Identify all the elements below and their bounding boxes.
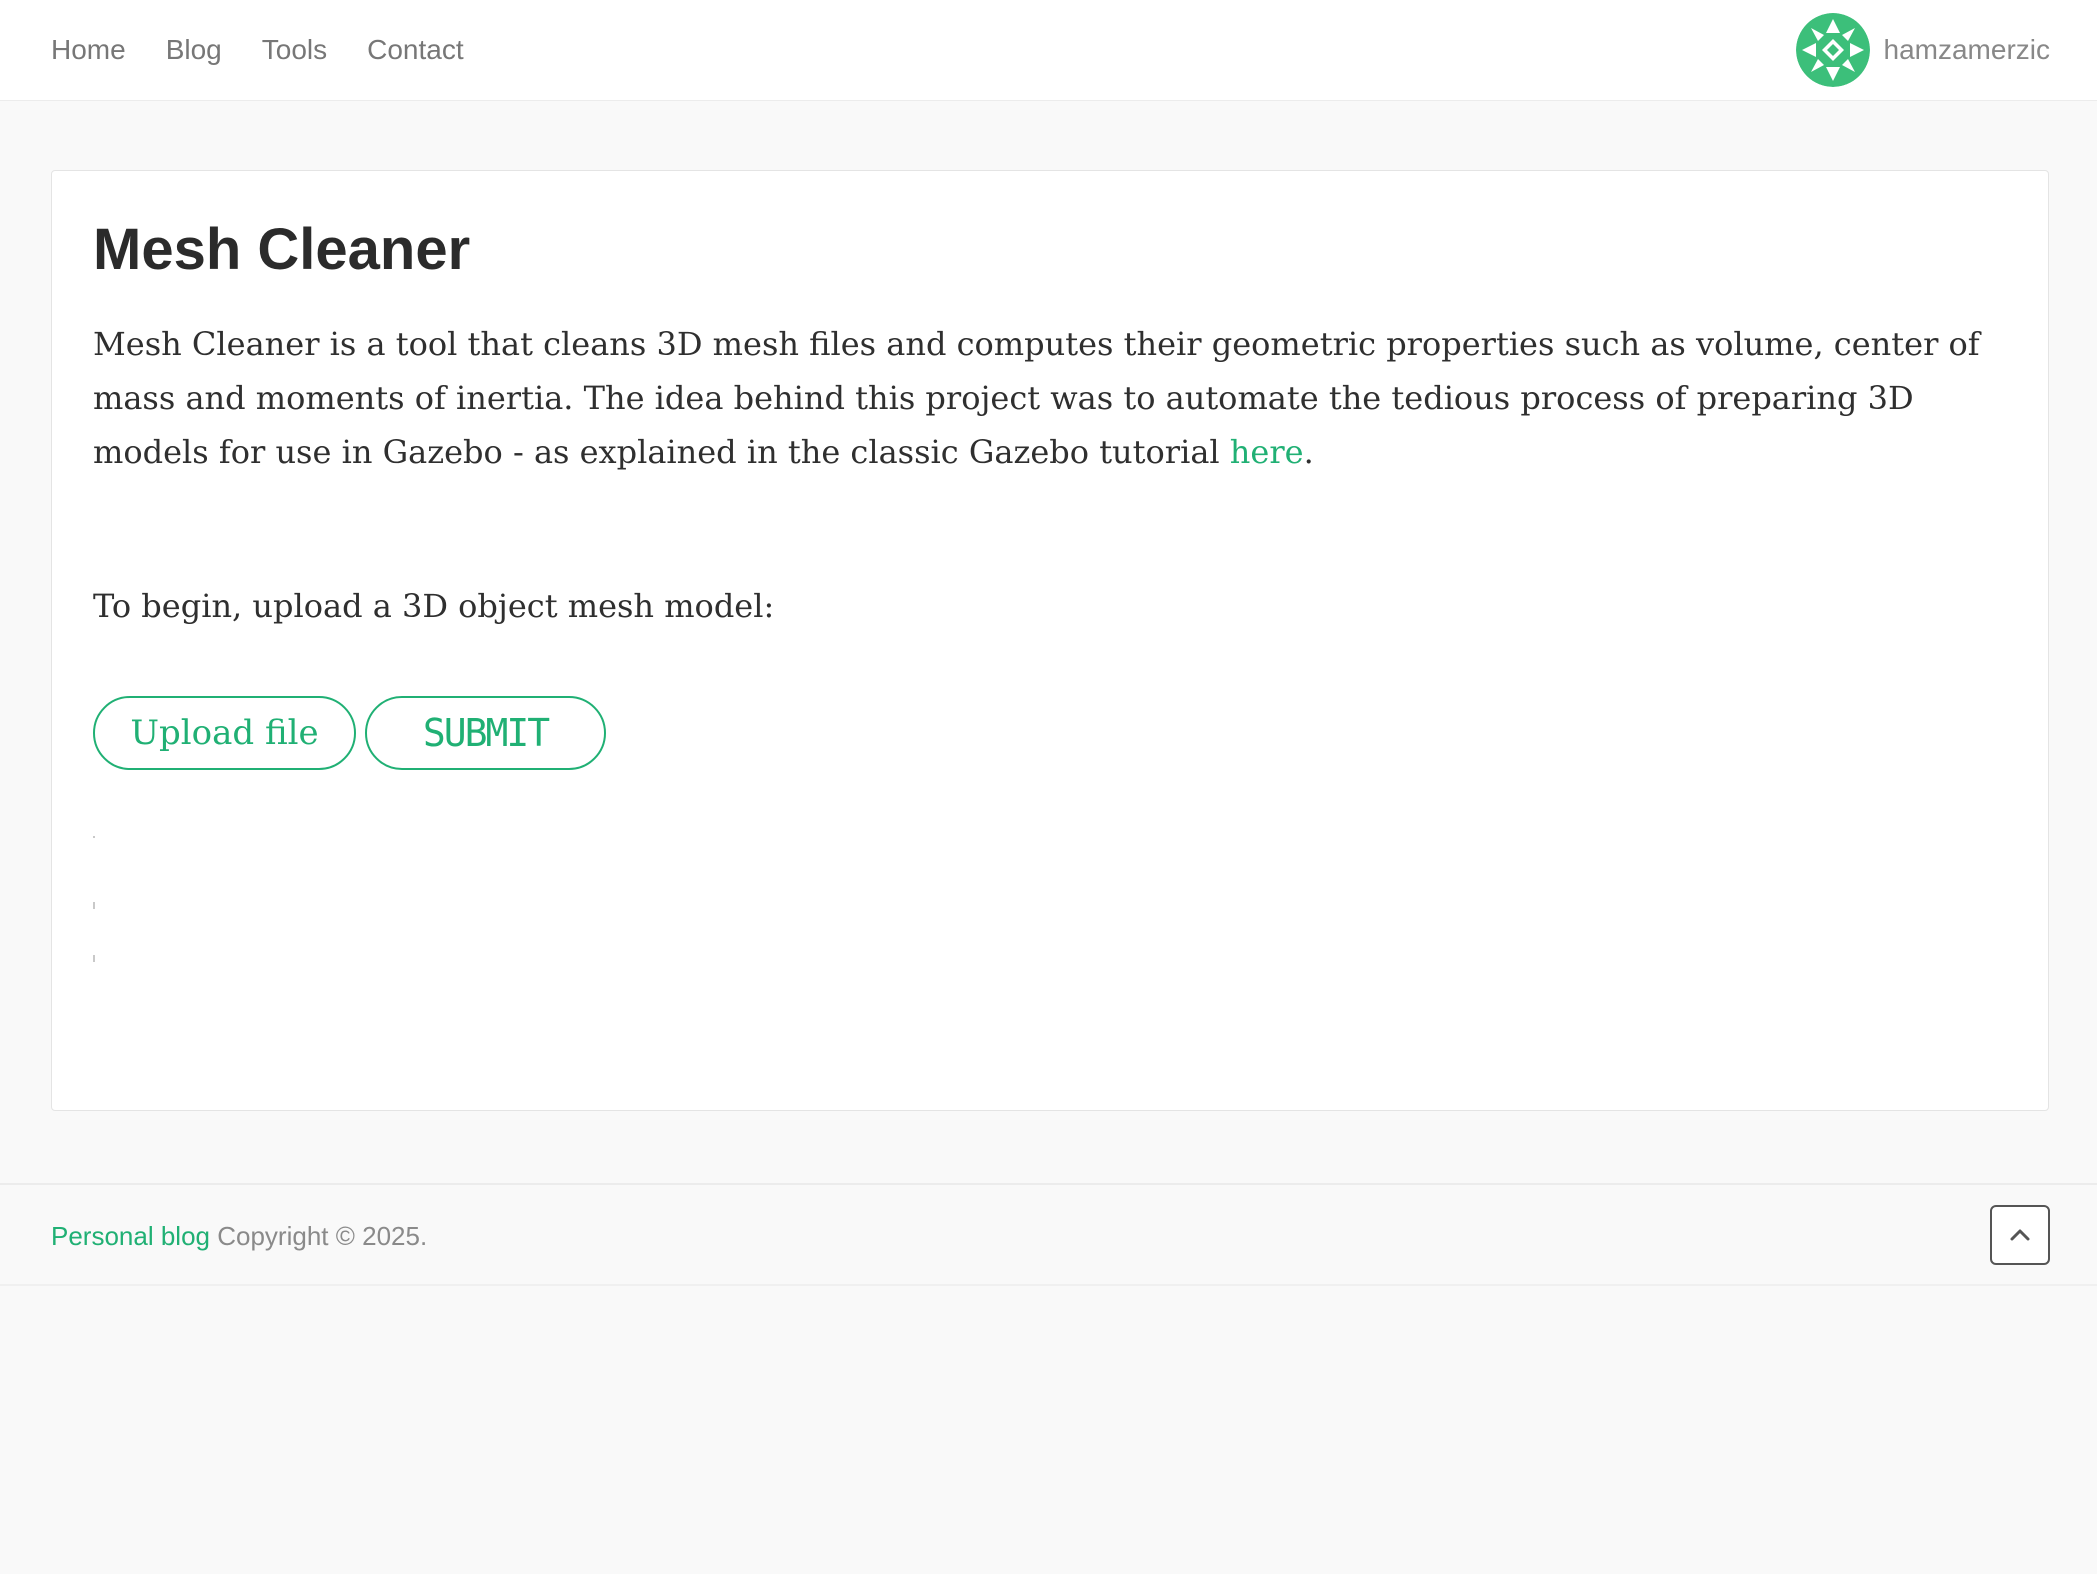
- gazebo-tutorial-link[interactable]: here: [1230, 433, 1304, 471]
- output-placeholder: [93, 902, 95, 909]
- output-placeholder: [93, 955, 95, 962]
- top-navbar: Home Blog Tools Contact hamzamerzic: [0, 0, 2097, 101]
- footer: Personal blog Copyright © 2025.: [0, 1183, 2097, 1286]
- nav-home-link[interactable]: Home: [51, 34, 126, 66]
- content-card: Mesh Cleaner Mesh Cleaner is a tool that…: [51, 170, 2049, 1111]
- nav-tools-link[interactable]: Tools: [262, 34, 327, 66]
- output-placeholder: [93, 836, 95, 838]
- personal-blog-link[interactable]: Personal blog: [51, 1221, 210, 1251]
- upload-instruction: To begin, upload a 3D object mesh model:: [93, 587, 775, 625]
- footer-text: Personal blog Copyright © 2025.: [51, 1221, 427, 1252]
- description-end: .: [1303, 433, 1314, 471]
- description-text: Mesh Cleaner is a tool that cleans 3D me…: [93, 325, 1980, 471]
- submit-button[interactable]: SUBMIT: [365, 696, 606, 770]
- description: Mesh Cleaner is a tool that cleans 3D me…: [93, 317, 2013, 479]
- nav-contact-link[interactable]: Contact: [367, 34, 464, 66]
- chevron-up-icon: [2010, 1229, 2030, 1241]
- back-to-top-button[interactable]: [1990, 1205, 2050, 1265]
- user-profile[interactable]: hamzamerzic: [1795, 13, 2050, 87]
- nav-blog-link[interactable]: Blog: [166, 34, 222, 66]
- geometric-logo-icon: [1795, 13, 1870, 87]
- main-nav: Home Blog Tools Contact: [51, 0, 504, 100]
- upload-file-button[interactable]: Upload file: [93, 696, 356, 770]
- page-title: Mesh Cleaner: [93, 217, 471, 282]
- username: hamzamerzic: [1883, 34, 2050, 65]
- copyright-text: Copyright © 2025.: [210, 1221, 428, 1251]
